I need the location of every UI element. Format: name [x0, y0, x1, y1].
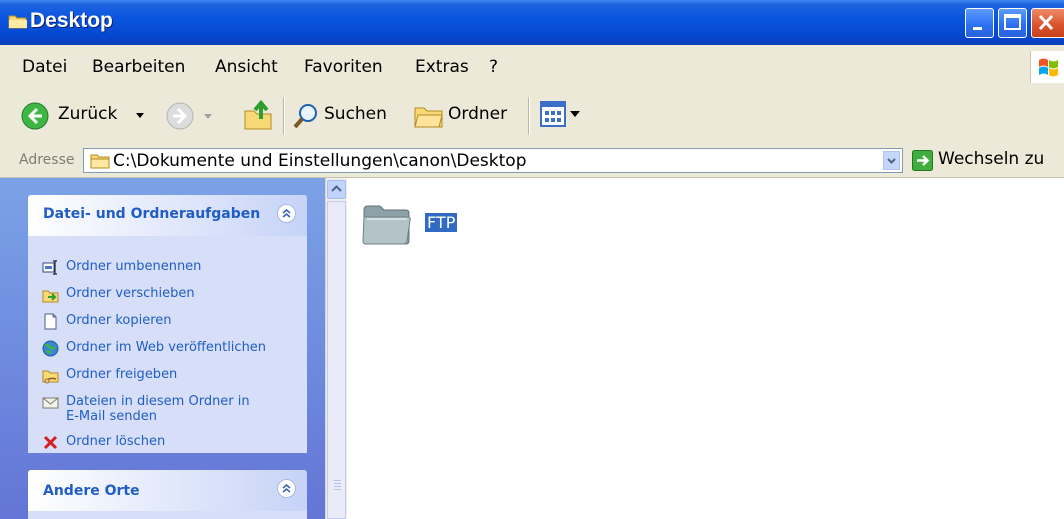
maximize-button[interactable]: [998, 8, 1027, 38]
publish-web-icon: [42, 340, 59, 357]
folder-name-label: FTP: [425, 213, 458, 232]
copy-icon: [44, 313, 57, 330]
back-label: Zurück: [58, 104, 118, 124]
task-label: Ordner löschen: [66, 434, 166, 449]
window-title: Desktop: [30, 9, 113, 32]
task-label: Dateien in diesem Ordner in: [66, 394, 250, 409]
windows-logo-icon: [1030, 51, 1064, 83]
folders-label: Ordner: [448, 104, 508, 124]
maximize-icon: [1004, 14, 1021, 30]
go-button[interactable]: Wechseln zu: [912, 148, 1064, 174]
forward-dropdown-icon: [204, 114, 212, 119]
minimize-button[interactable]: [965, 8, 994, 38]
address-folder-icon: [90, 154, 110, 169]
address-input[interactable]: C:\Dokumente und Einstellungen\canon\Des…: [83, 148, 903, 173]
forward-button[interactable]: [165, 101, 215, 133]
menu-favoriten[interactable]: Favoriten: [304, 57, 383, 77]
title-bar[interactable]: Desktop: [0, 0, 1064, 45]
task-label: Ordner freigeben: [66, 367, 178, 382]
address-dropdown-button[interactable]: [883, 151, 900, 170]
delete-icon: [43, 435, 58, 450]
back-button[interactable]: Zurück: [20, 98, 155, 134]
forward-arrow-icon: [166, 102, 194, 130]
address-label: Adresse: [19, 152, 75, 168]
task-label: Ordner verschieben: [66, 286, 195, 301]
task-pane: Datei- und Ordneraufgaben Ordner umbenen…: [0, 178, 325, 519]
file-tasks-panel: Datei- und Ordneraufgaben Ordner umbenen…: [28, 195, 307, 453]
close-icon: [1038, 14, 1054, 31]
menu-bar: Datei Bearbeiten Ansicht Favoriten Extra…: [0, 45, 1064, 88]
rename-icon: [42, 260, 57, 275]
other-places-title: Andere Orte: [43, 483, 140, 499]
file-tasks-title: Datei- und Ordneraufgaben: [43, 206, 261, 222]
thumb-grip: [334, 480, 341, 481]
folders-button[interactable]: Ordner: [414, 98, 524, 134]
folder-up-icon[interactable]: [243, 99, 273, 131]
folder-icon: [8, 15, 27, 29]
back-dropdown-icon: [136, 113, 144, 118]
menu-help[interactable]: ?: [489, 57, 498, 77]
menu-ansicht[interactable]: Ansicht: [215, 57, 278, 77]
task-label: Ordner umbenennen: [66, 259, 202, 274]
task-label-line2: E-Mail senden: [66, 409, 157, 424]
views-icon: [540, 101, 566, 127]
toolbar-separator: [283, 97, 285, 135]
email-icon: [42, 397, 59, 409]
share-icon: [42, 370, 59, 384]
menu-datei[interactable]: Datei: [22, 57, 67, 77]
move-icon: [42, 290, 59, 303]
scroll-up-icon: [331, 185, 342, 192]
scroll-thumb[interactable]: [327, 201, 346, 519]
thumb-grip: [334, 483, 341, 484]
views-button[interactable]: [540, 101, 592, 131]
search-button[interactable]: Suchen: [292, 98, 400, 134]
address-bar: Adresse C:\Dokumente und Einstellungen\c…: [0, 145, 1064, 178]
thumb-grip: [334, 486, 341, 487]
address-value: C:\Dokumente und Einstellungen\canon\Des…: [113, 151, 527, 171]
views-dropdown-icon: [570, 111, 580, 117]
toolbar-separator: [528, 97, 530, 135]
toolbar: Zurück Suchen Ordner: [0, 87, 1064, 146]
folder-icon: [362, 205, 411, 245]
scroll-up-button[interactable]: [327, 180, 346, 199]
menu-bearbeiten[interactable]: Bearbeiten: [92, 57, 185, 77]
minimize-icon: [973, 27, 982, 30]
chevron-down-icon: [887, 158, 896, 164]
back-arrow-icon: [21, 102, 49, 130]
menu-extras[interactable]: Extras: [415, 57, 469, 77]
folders-icon: [414, 107, 443, 128]
close-button[interactable]: [1031, 8, 1064, 38]
folder-item-ftp[interactable]: [361, 200, 413, 252]
collapse-button[interactable]: [277, 204, 296, 223]
chevron-up-icon: [282, 208, 291, 218]
task-label: Ordner im Web veröffentlichen: [66, 340, 267, 355]
collapse-button[interactable]: [277, 479, 296, 498]
chevron-up-icon: [282, 483, 291, 493]
go-label: Wechseln zu: [938, 149, 1045, 169]
other-places-header[interactable]: Andere Orte: [28, 470, 307, 511]
thumb-grip: [334, 489, 341, 490]
task-label: Ordner kopieren: [66, 313, 172, 328]
go-arrow-icon: [912, 150, 933, 171]
sidebar-scrollbar[interactable]: [325, 178, 347, 519]
search-label: Suchen: [324, 104, 387, 124]
other-places-panel: Andere Orte: [28, 470, 307, 519]
search-icon: [293, 104, 317, 129]
file-tasks-header[interactable]: Datei- und Ordneraufgaben: [28, 195, 307, 236]
